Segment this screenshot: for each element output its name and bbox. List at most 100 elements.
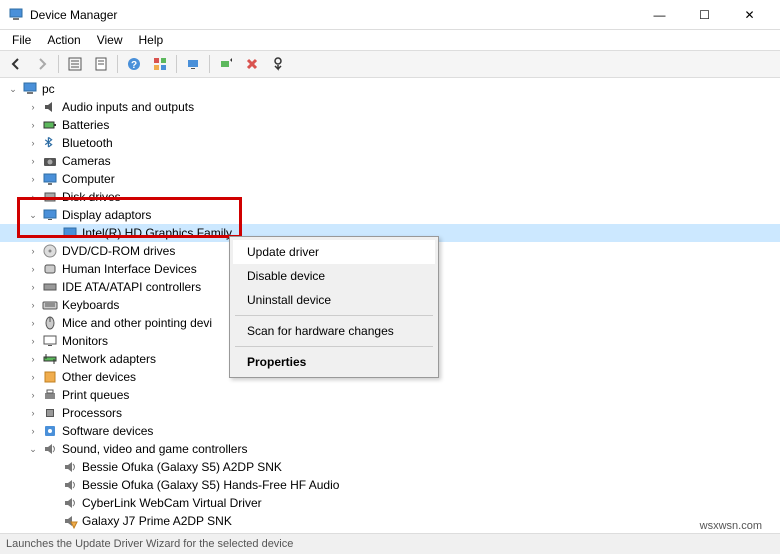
menu-help[interactable]: Help (131, 31, 172, 49)
context-menu: Update driverDisable deviceUninstall dev… (229, 236, 439, 378)
expand-chevron-icon[interactable]: ⌄ (6, 84, 20, 95)
expand-chevron-icon[interactable]: › (26, 354, 40, 364)
disable-icon[interactable] (266, 52, 290, 76)
forward-button[interactable] (30, 52, 54, 76)
tree-node-label: IDE ATA/ATAPI controllers (62, 280, 201, 294)
expand-chevron-icon[interactable]: › (26, 408, 40, 418)
expand-chevron-icon[interactable]: › (26, 120, 40, 130)
tree-node[interactable]: Bessie Ofuka (Galaxy S5) A2DP SNK (0, 458, 780, 476)
sound-warn-icon (62, 513, 78, 529)
expand-chevron-icon[interactable]: › (26, 318, 40, 328)
mouse-icon (42, 315, 58, 331)
sound-icon (62, 477, 78, 493)
hid-icon (42, 261, 58, 277)
tree-node-label: Network adapters (62, 352, 156, 366)
context-menu-separator (235, 315, 433, 316)
menubar: File Action View Help (0, 30, 780, 50)
tree-node[interactable]: ›Cameras (0, 152, 780, 170)
tree-node-label: Audio inputs and outputs (62, 100, 194, 114)
expand-chevron-icon[interactable]: › (26, 300, 40, 310)
tree-node[interactable]: › Print queues (0, 386, 780, 404)
battery-icon (42, 117, 58, 133)
expand-chevron-icon[interactable]: › (26, 372, 40, 382)
tree-node-label: DVD/CD-ROM drives (62, 244, 175, 258)
tree-node-label: Computer (62, 172, 115, 186)
other-icon (42, 369, 58, 385)
context-menu-item[interactable]: Disable device (233, 264, 435, 288)
display-icon (42, 207, 58, 223)
tree-node[interactable]: ⌄ Display adaptors (0, 206, 780, 224)
uninstall-icon[interactable] (240, 52, 264, 76)
expand-chevron-icon[interactable]: › (26, 282, 40, 292)
tree-node[interactable]: Bessie Ofuka (Galaxy S5) Hands-Free HF A… (0, 476, 780, 494)
titlebar: Device Manager — ☐ ✕ (0, 0, 780, 30)
pc-icon (22, 81, 38, 97)
expand-chevron-icon[interactable]: › (26, 138, 40, 148)
details-icon[interactable] (63, 52, 87, 76)
expand-chevron-icon[interactable]: › (26, 426, 40, 436)
tree-node-label: Processors (62, 406, 122, 420)
expand-chevron-icon[interactable]: ⌄ (26, 210, 40, 221)
tree-node[interactable]: › Computer (0, 170, 780, 188)
tree-node-label: Intel(R) HD Graphics Family (82, 226, 232, 240)
status-text: Launches the Update Driver Wizard for th… (6, 538, 293, 550)
tree-node-label: Print queues (62, 388, 129, 402)
context-menu-separator (235, 346, 433, 347)
tree-node[interactable]: ⌄Sound, video and game controllers (0, 440, 780, 458)
tree-node[interactable]: ›Batteries (0, 116, 780, 134)
tree-node-label: Bessie Ofuka (Galaxy S5) A2DP SNK (82, 460, 282, 474)
expand-chevron-icon[interactable]: › (26, 156, 40, 166)
tree-node-label: Mice and other pointing devi (62, 316, 212, 330)
expand-chevron-icon[interactable]: › (26, 336, 40, 346)
expand-chevron-icon[interactable]: › (26, 102, 40, 112)
expand-chevron-icon[interactable]: › (26, 246, 40, 256)
menu-file[interactable]: File (4, 31, 39, 49)
help-icon[interactable]: ? (122, 52, 146, 76)
svg-text:?: ? (131, 60, 137, 71)
tree-node[interactable]: › Audio inputs and outputs (0, 98, 780, 116)
expand-chevron-icon[interactable]: › (26, 390, 40, 400)
tree-node[interactable]: ›Bluetooth (0, 134, 780, 152)
cpu-icon (42, 405, 58, 421)
bluetooth-icon (42, 135, 58, 151)
tree-node[interactable]: › Software devices (0, 422, 780, 440)
sound-icon (42, 441, 58, 457)
tree-node[interactable]: ⌄ pc (0, 80, 780, 98)
context-menu-item[interactable]: Uninstall device (233, 288, 435, 312)
tree-node-label: Display adaptors (62, 208, 151, 222)
speaker-icon (42, 99, 58, 115)
minimize-button[interactable]: — (637, 0, 682, 29)
tree-node-label: Human Interface Devices (62, 262, 197, 276)
statusbar: Launches the Update Driver Wizard for th… (0, 533, 780, 554)
expand-chevron-icon[interactable]: › (26, 264, 40, 274)
tree-node[interactable]: › Processors (0, 404, 780, 422)
tree-node[interactable]: › Disk drives (0, 188, 780, 206)
close-button[interactable]: ✕ (727, 0, 772, 29)
tree-node-label: Software devices (62, 424, 153, 438)
context-menu-item[interactable]: Update driver (233, 240, 435, 264)
expand-chevron-icon[interactable]: › (26, 192, 40, 202)
tree-node[interactable]: CyberLink WebCam Virtual Driver (0, 494, 780, 512)
watermark: wsxwsn.com (700, 520, 762, 532)
tree-node-label: Monitors (62, 334, 108, 348)
context-menu-item[interactable]: Properties (233, 350, 435, 374)
menu-view[interactable]: View (89, 31, 131, 49)
update-driver-icon[interactable] (181, 52, 205, 76)
properties-icon[interactable] (89, 52, 113, 76)
grid-icon[interactable] (148, 52, 172, 76)
computer-icon (42, 171, 58, 187)
menu-action[interactable]: Action (39, 31, 88, 49)
tree-node-label: Bessie Ofuka (Galaxy S5) Hands-Free HF A… (82, 478, 339, 492)
tree-node-label: Disk drives (62, 190, 121, 204)
expand-chevron-icon[interactable]: › (26, 174, 40, 184)
tree-node[interactable]: Galaxy J7 Prime A2DP SNK (0, 512, 780, 530)
monitor-icon (42, 333, 58, 349)
printer-icon (42, 387, 58, 403)
back-button[interactable] (4, 52, 28, 76)
tree-node-label: pc (42, 82, 55, 96)
maximize-button[interactable]: ☐ (682, 0, 727, 29)
expand-chevron-icon[interactable]: ⌄ (26, 444, 40, 455)
tree-node-label: Other devices (62, 370, 136, 384)
scan-hardware-icon[interactable] (214, 52, 238, 76)
context-menu-item[interactable]: Scan for hardware changes (233, 319, 435, 343)
